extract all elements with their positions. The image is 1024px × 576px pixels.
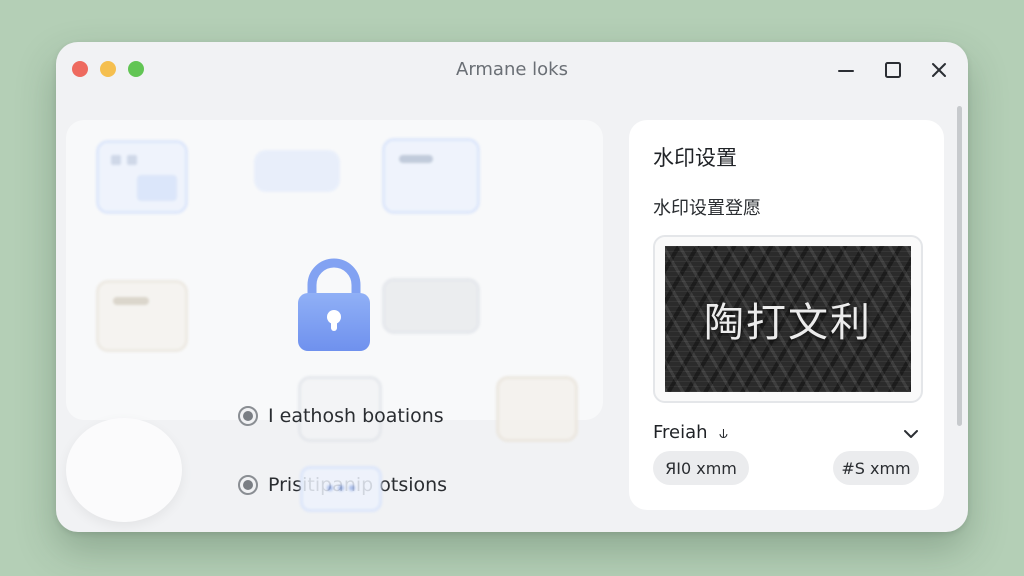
ghost-pill-blue [254, 150, 340, 192]
watermark-settings-panel: 水印设置 水印设置登愿 陶打文利 Freiah ⫝ ЯІ0 xmm #S xmm [629, 120, 944, 510]
close-icon [932, 63, 946, 77]
panel-title: 水印设置 [653, 146, 737, 170]
ghost-typing-bubble [300, 466, 382, 512]
panel-subtitle: 水印设置登愿 [653, 198, 761, 219]
radio-button[interactable] [238, 406, 258, 426]
padlock-icon [298, 258, 370, 351]
options-panel: I eathosh boations Prisitipanip otsions [66, 120, 603, 496]
font-select[interactable]: Freiah ⫝ [653, 422, 919, 446]
size-chip-1[interactable]: ЯІ0 xmm [653, 451, 749, 485]
option-1[interactable]: I eathosh boations [238, 405, 444, 427]
maximize-button[interactable] [879, 56, 907, 84]
radio-button[interactable] [238, 475, 258, 495]
size-chip-2[interactable]: #S xmm [833, 451, 919, 485]
title-bar: Armane loks [56, 42, 968, 98]
chevron-down-icon [904, 430, 918, 438]
ghost-tile-grid [96, 140, 188, 214]
option-label: I eathosh boations [268, 405, 444, 427]
ghost-chat-bubble [382, 138, 480, 214]
ghost-message-card [96, 280, 188, 352]
minimize-icon [838, 70, 854, 72]
minimize-button[interactable] [832, 56, 860, 84]
close-button[interactable] [925, 56, 953, 84]
watermark-preview[interactable]: 陶打文利 [653, 235, 923, 403]
decorative-circle [66, 418, 182, 522]
ghost-chart-card [382, 278, 480, 334]
preview-image: 陶打文利 [665, 246, 911, 392]
ghost-image-card [496, 376, 578, 442]
app-window: Armane loks I eathosh boations otsions 水… [56, 42, 968, 532]
scrollbar[interactable] [957, 106, 962, 426]
preview-watermark-text: 陶打文利 [704, 300, 872, 346]
font-glyph: ⫝ [719, 424, 728, 442]
font-select-label: Freiah [653, 422, 708, 443]
maximize-icon [885, 62, 901, 78]
